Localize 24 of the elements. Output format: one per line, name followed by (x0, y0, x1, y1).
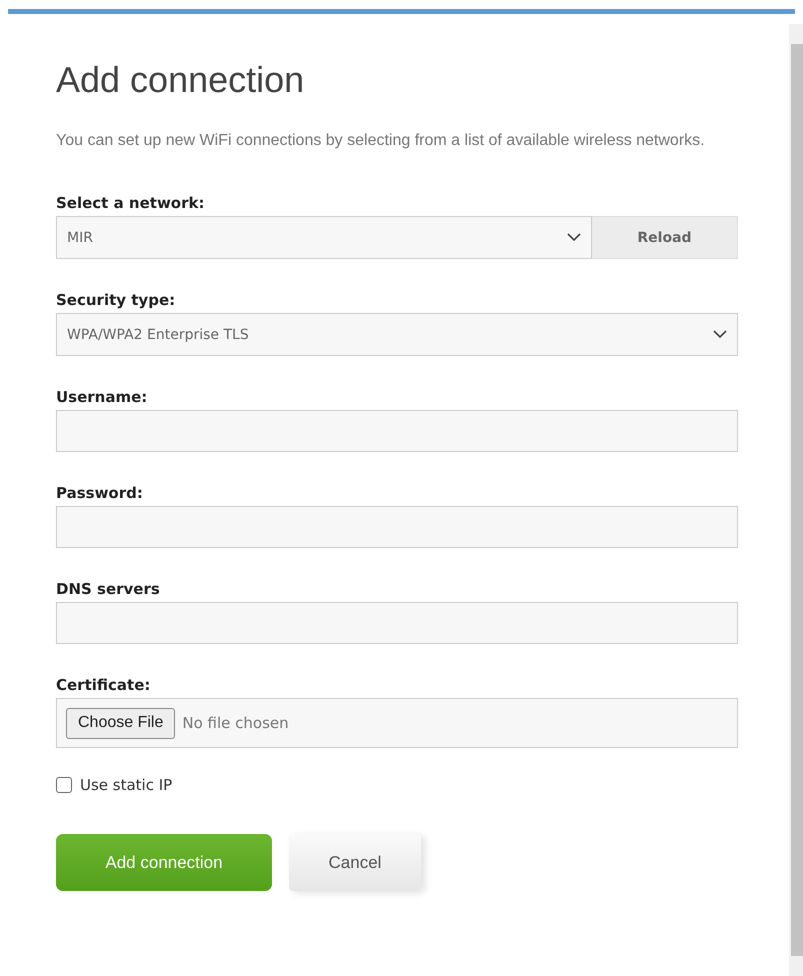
field-label: Username: (56, 388, 148, 406)
chevron-icon (567, 233, 581, 242)
field-label: Certificate: (56, 676, 152, 694)
field-label: DNS servers (56, 580, 161, 598)
field-label: Select a network: (56, 194, 206, 212)
input-field[interactable] (56, 602, 738, 644)
input-field[interactable] (56, 506, 738, 548)
chevron-icon (713, 330, 727, 339)
cancel-button[interactable]: Cancel (289, 834, 421, 891)
dropdown-field[interactable]: WPA/WPA2 Enterprise TLS (56, 313, 738, 356)
dialog-title: Add connection (56, 59, 306, 101)
checkbox-label: Use static IP (80, 776, 172, 794)
description: You can set up new WiFi connections by selecting from a list of available wireless networks. (56, 131, 706, 151)
choose-file-button[interactable]: Choose File (66, 708, 176, 738)
reload-button[interactable]: Reload (592, 216, 738, 259)
field-label: Security type: (56, 291, 176, 309)
input-field[interactable] (56, 410, 738, 452)
file-field[interactable]: Choose File No file chosen (56, 698, 738, 748)
add-connection-button[interactable]: Add connection (56, 834, 272, 891)
checkbox[interactable] (56, 777, 72, 793)
scrollbar[interactable] (789, 24, 803, 976)
field-label: Password: (56, 484, 144, 502)
dropdown-field[interactable]: MIR (56, 216, 592, 259)
file-status: No file chosen (182, 714, 289, 732)
